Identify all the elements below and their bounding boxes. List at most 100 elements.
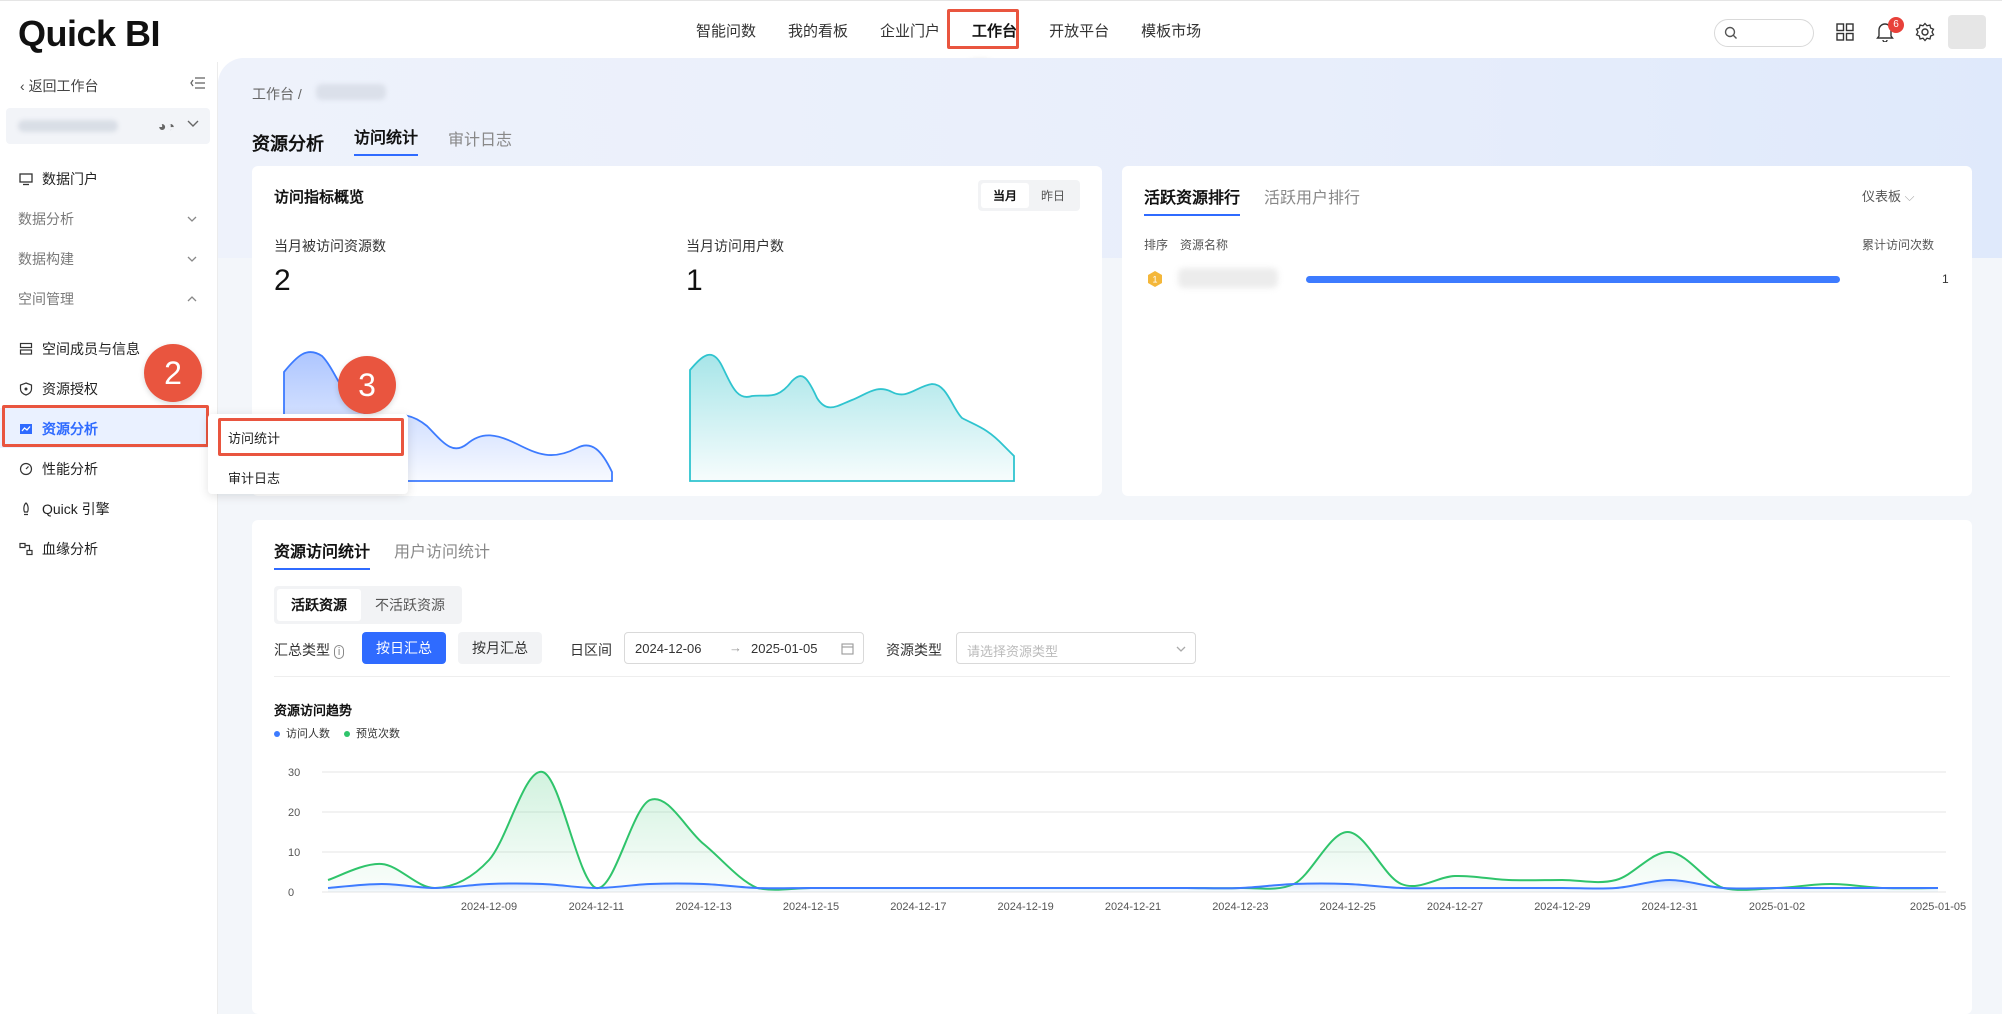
collapse-sidebar-icon[interactable] [190,76,206,95]
breadcrumb-current-redacted [316,84,386,100]
sidebar-group-data-build[interactable]: 数据构建 [18,248,198,270]
x-tick-label: 2024-12-29 [1534,901,1590,913]
ranking-card: 活跃资源排行 活跃用户排行 仪表板 ⌵ 排序 资源名称 累计访问次数 1 1 [1122,166,1972,496]
period-this-month[interactable]: 当月 [981,183,1030,208]
sidebar: ‹ 返回工作台 ◕◔ 数据门户 数据分析 数据构建 空间管理 空间成员与信息 资… [0,62,218,1014]
lineage-icon [18,541,34,557]
date-range-label: 日区间 [570,642,612,658]
x-tick-label: 2024-12-13 [676,901,732,913]
stats-tabs: 资源访问统计 用户访问统计 [274,538,490,570]
sidebar-item-performance[interactable]: 性能分析 [18,458,98,480]
sparkline-users [689,353,1015,482]
x-tick-label: 2024-12-15 [783,901,839,913]
nav-my-dashboard[interactable]: 我的看板 [772,12,864,52]
apps-grid-icon[interactable] [1832,19,1858,45]
gear-icon[interactable] [1912,19,1938,45]
tab-access-stats[interactable]: 访问统计 [354,124,419,156]
calendar-icon [841,643,854,655]
sidebar-item-data-portal[interactable]: 数据门户 [18,168,98,190]
x-tick-label: 2024-12-11 [569,901,624,913]
back-to-workbench[interactable]: ‹ 返回工作台 [20,76,99,96]
metric-users-label: 当月访问用户数 [686,238,784,254]
x-tick-label: 2024-12-25 [1320,901,1376,913]
ranking-tabs: 活跃资源排行 活跃用户排行 [1144,184,1360,216]
avatar[interactable] [1948,15,1986,49]
seg-active-resources[interactable]: 活跃资源 [277,589,361,621]
space-name-redacted [18,120,118,132]
chevron-up-icon [187,296,197,302]
x-tick-label: 2024-12-21 [1105,901,1161,913]
stats-card: 资源访问统计 用户访问统计 活跃资源 不活跃资源 汇总类型 i 按日汇总 按月汇… [252,520,1972,1014]
col-resource-name: 资源名称 [1180,238,1229,252]
trend-chart: 0 10 20 30 2024-12-09 2024-12-11 2024-12-13 202… [288,767,1966,913]
tab-user-access[interactable]: 用户访问统计 [394,538,490,570]
search-input[interactable] [1714,19,1814,47]
sidebar-item-quick-engine[interactable]: Quick 引擎 [18,498,110,520]
resource-type-placeholder: 请选择资源类型 [967,644,1059,659]
period-yesterday[interactable]: 昨日 [1029,183,1077,208]
resource-name-redacted [1178,268,1278,288]
shield-icon [18,381,34,397]
period-toggle: 当月 昨日 [978,180,1081,211]
date-range-picker[interactable]: 2024-12-06 → 2025-01-05 [624,632,864,664]
tab-active-resources[interactable]: 活跃资源排行 [1144,184,1241,216]
page-title: 资源分析 [252,134,324,154]
y-tick-label: 20 [288,807,300,819]
rank-count: 1 [1942,272,1949,286]
monitor-icon [18,171,34,187]
metric-resources-label: 当月被访问资源数 [274,238,386,254]
date-from[interactable]: 2024-12-06 [635,641,702,656]
info-icon[interactable]: i [333,645,345,659]
chevron-down-icon [1176,646,1186,652]
breadcrumb: 工作台 / [252,86,302,102]
tab-audit-log[interactable]: 审计日志 [448,126,512,156]
chart-title: 资源访问趋势 [274,703,353,718]
metric-resources-value: 2 [274,264,291,297]
arrow-right-icon: → [729,640,742,655]
breadcrumb-root[interactable]: 工作台 [252,86,294,102]
x-tick-label: 2024-12-23 [1212,901,1268,913]
tab-resource-access[interactable]: 资源访问统计 [274,538,371,570]
x-tick-label: 2024-12-17 [890,901,946,913]
database-icon [18,341,34,357]
sidebar-item-auth[interactable]: 资源授权 [18,378,98,400]
x-tick-label: 2024-12-09 [461,901,517,913]
overview-title: 访问指标概览 [274,189,365,206]
notification-badge: 6 [1888,17,1904,33]
search-icon [1724,26,1737,39]
nav-template-market[interactable]: 模板市场 [1125,12,1217,52]
resource-type-dropdown[interactable]: 仪表板 ⌵ [1862,186,1915,205]
agg-daily-button[interactable]: 按日汇总 [362,632,446,664]
step-marker-3: 3 [338,356,396,414]
chevron-down-icon: ⌵ [1904,189,1915,204]
seg-inactive-resources[interactable]: 不活跃资源 [361,589,459,621]
highlight-access-stats [218,418,404,456]
tab-active-users[interactable]: 活跃用户排行 [1264,184,1360,216]
rocket-icon [18,501,34,517]
col-visit-count: 累计访问次数 [1862,238,1935,252]
nav-open-platform[interactable]: 开放平台 [1033,12,1125,52]
resource-activity-toggle: 活跃资源 不活跃资源 [274,586,462,624]
sidebar-item-members[interactable]: 空间成员与信息 [18,338,140,360]
app-logo[interactable]: Quick BI [18,13,161,55]
x-tick-label: 2025-01-02 [1749,901,1805,913]
mask-icon: ◕◔ [158,118,175,134]
x-tick-label: 2025-01-05 [1910,901,1966,913]
x-tick-label: 2024-12-31 [1642,901,1698,913]
divider [274,676,1950,677]
nav-portal[interactable]: 企业门户 [864,12,956,52]
nav-smart-qa[interactable]: 智能问数 [680,12,772,52]
sidebar-item-lineage[interactable]: 血缘分析 [18,538,98,560]
submenu-audit-log[interactable]: 审计日志 [228,468,280,487]
chevron-down-icon [187,120,199,127]
agg-type-label: 汇总类型 i [274,640,345,660]
sidebar-group-space-mgmt[interactable]: 空间管理 [18,288,198,310]
agg-monthly-button[interactable]: 按月汇总 [458,632,542,664]
space-selector[interactable]: ◕◔ [6,108,210,144]
chevron-down-icon [187,256,197,262]
date-to[interactable]: 2025-01-05 [751,641,818,656]
highlight-resource-analysis [2,405,209,447]
resource-type-select[interactable]: 请选择资源类型 [956,632,1196,664]
sidebar-group-data-analysis[interactable]: 数据分析 [18,208,198,230]
chevron-down-icon [187,216,197,222]
